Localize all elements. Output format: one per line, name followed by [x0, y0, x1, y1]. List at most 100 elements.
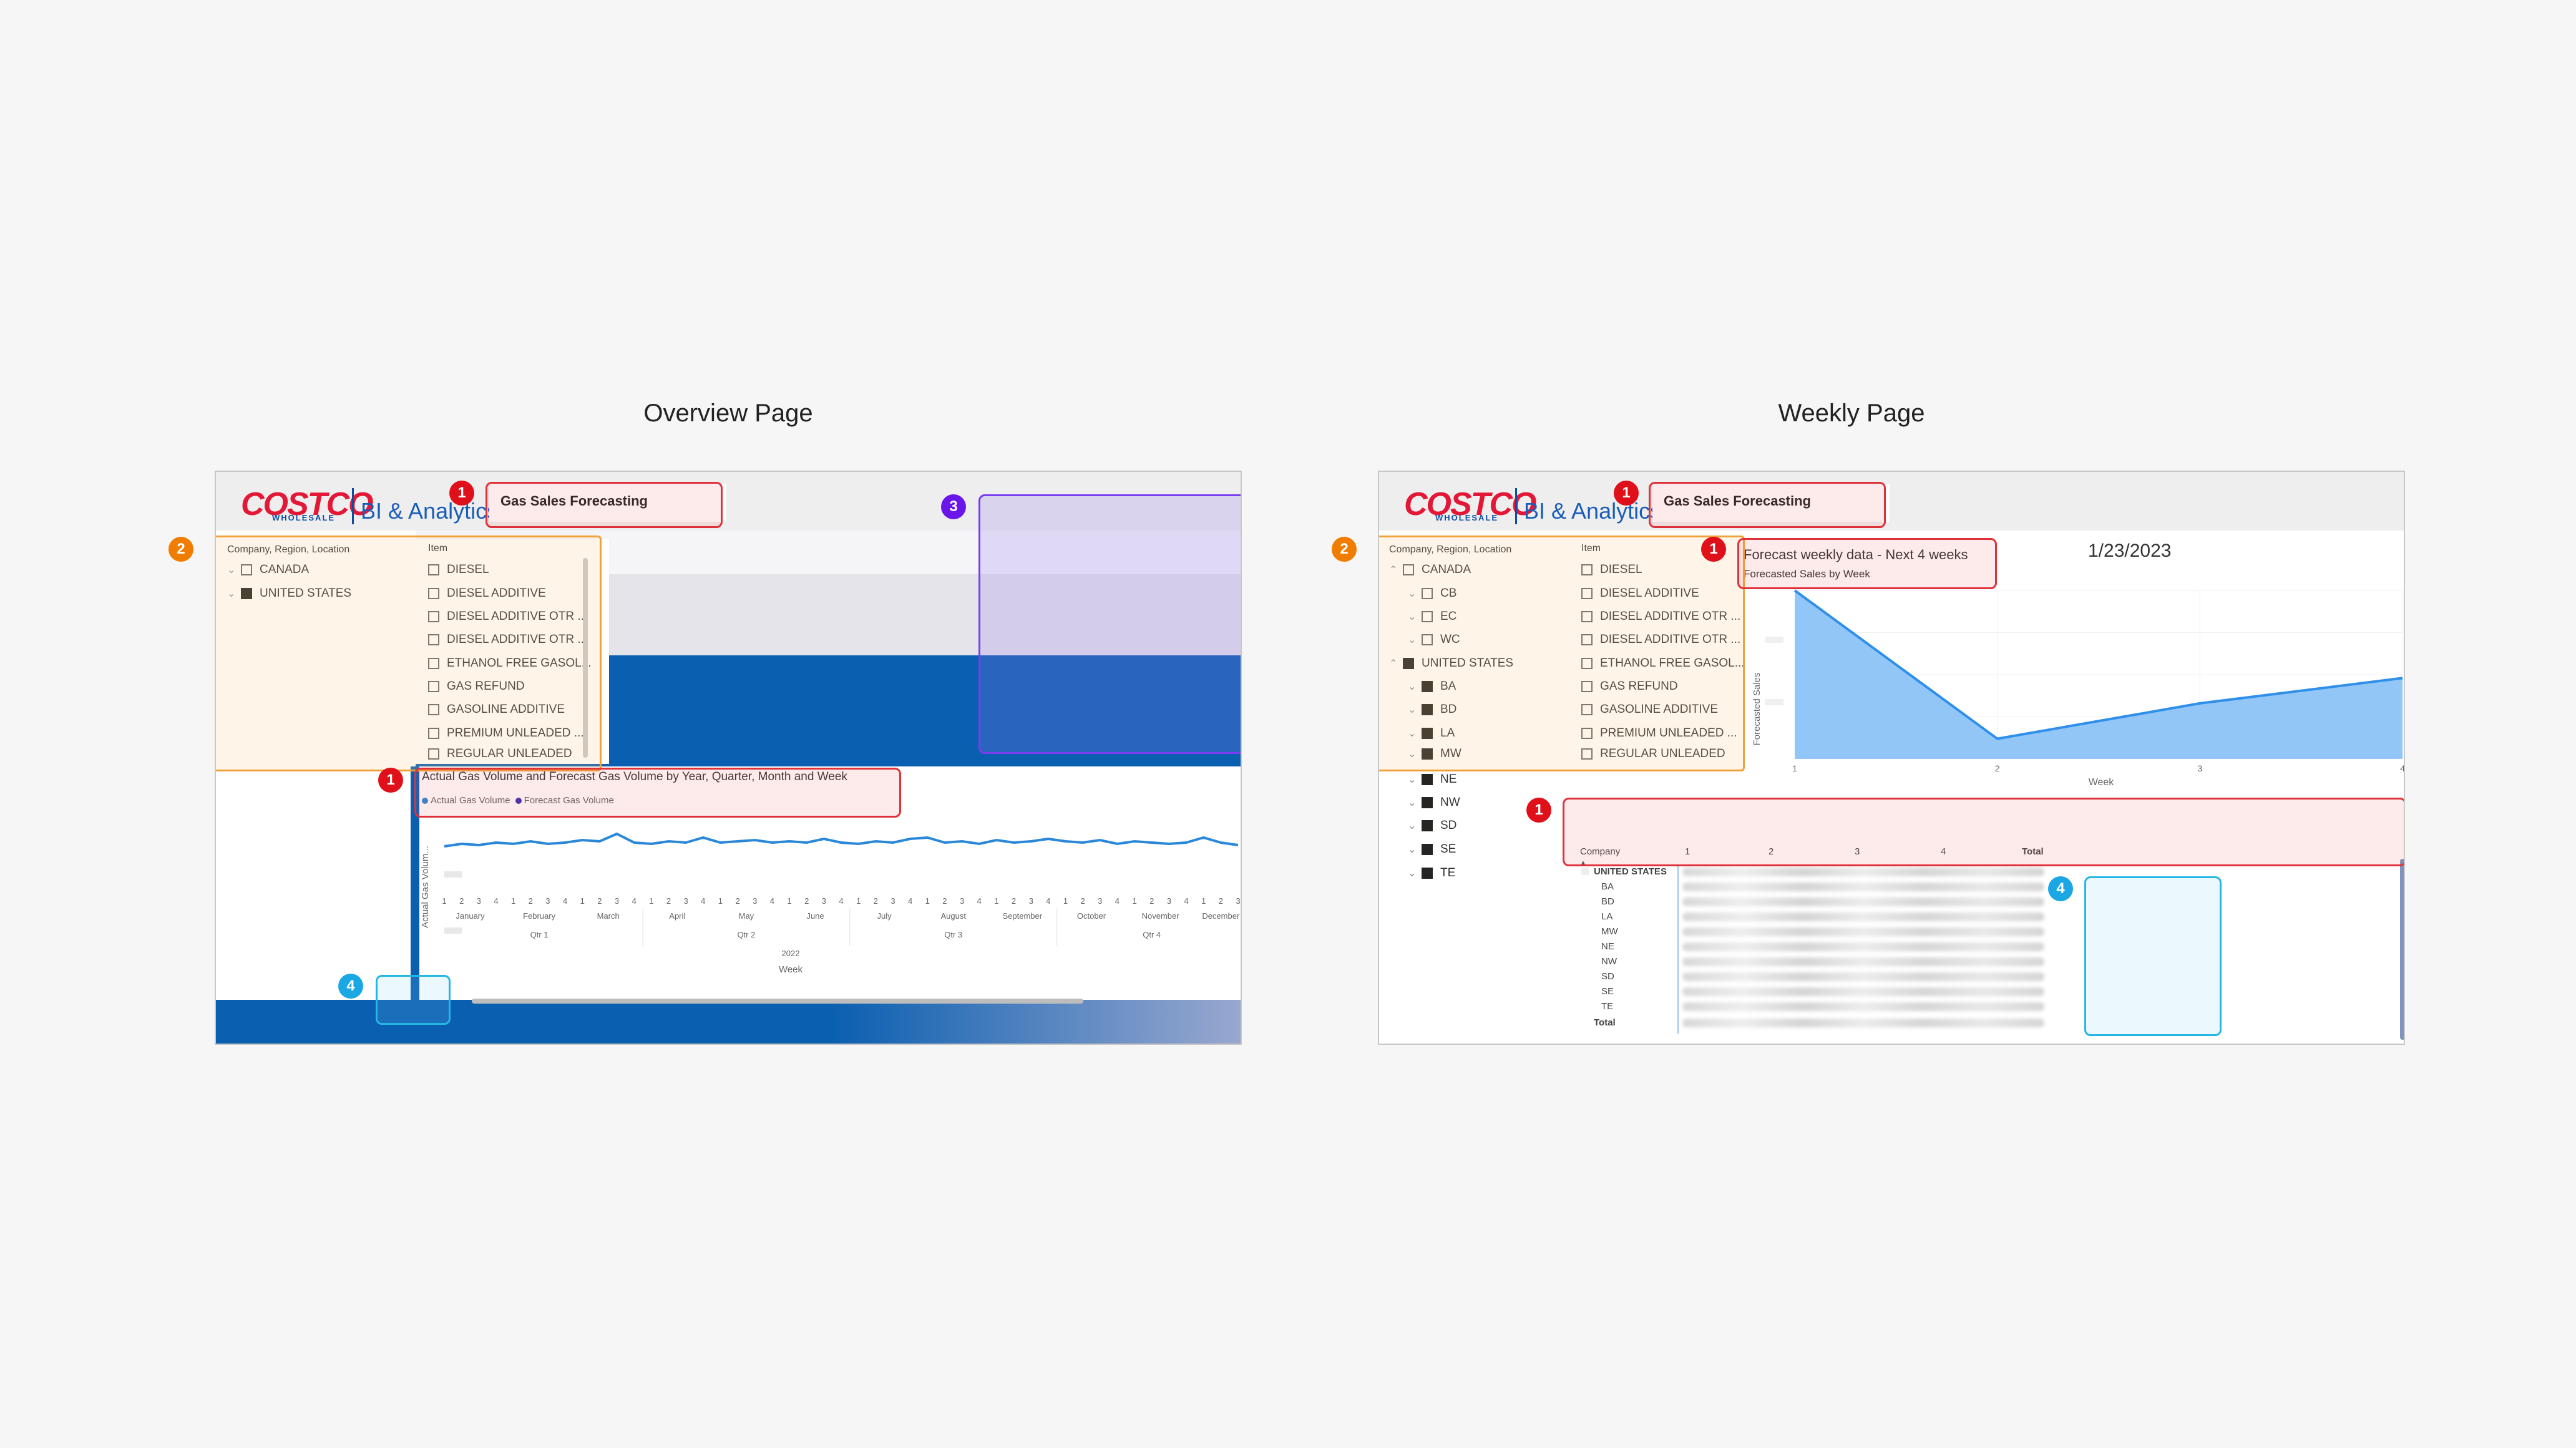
checkbox-checked-icon[interactable]	[1422, 844, 1433, 855]
y-tick-placeholder	[1765, 637, 1783, 643]
slicer-company-nw[interactable]: ⌄ NW	[1408, 793, 1460, 812]
chart-horizontal-scrollbar[interactable]	[472, 999, 1083, 1004]
month-label: October	[1077, 911, 1106, 921]
table-scrollbar[interactable]	[2400, 859, 2404, 1040]
slicer-company-te[interactable]: ⌄ TE	[1408, 864, 1455, 883]
badge-1: 1	[1614, 481, 1639, 506]
slicer-company-ne[interactable]: ⌄ NE	[1408, 770, 1456, 789]
expand-icon[interactable]	[1581, 868, 1589, 875]
x-tick-label: 1	[925, 896, 930, 906]
table-row-label: LA	[1601, 911, 1613, 922]
x-tick-label: 1	[1063, 896, 1068, 906]
badge-3: 3	[941, 494, 966, 519]
weekly-page-heading: Weekly Page	[1778, 399, 1925, 427]
badge-1: 1	[1701, 537, 1726, 562]
x-tick-label: 3	[822, 896, 826, 906]
badge-4: 4	[338, 974, 363, 999]
x-tick-label: 4	[770, 896, 774, 906]
badge-2: 2	[168, 537, 193, 562]
annotation-slicers-highlight	[1379, 536, 1745, 771]
report-date: 1/23/2023	[2088, 541, 2172, 561]
actual-gas-volume-line[interactable]	[444, 832, 1239, 848]
quarter-label: Qtr 4	[1143, 930, 1161, 939]
month-label: March	[597, 911, 620, 921]
month-label: January	[456, 911, 485, 921]
slicer-company-sd[interactable]: ⌄ SD	[1408, 816, 1456, 835]
annotation-slicers-highlight	[216, 536, 602, 771]
logo-separator	[352, 488, 354, 524]
x-tick-label: 3	[753, 896, 757, 906]
x-axis-label: Week	[779, 964, 803, 975]
month-label: November	[1142, 911, 1180, 921]
quarter-label: Qtr 2	[737, 930, 755, 939]
bi-analytics-logo-text: BI & Analytics	[361, 498, 499, 524]
x-tick-label: 4	[632, 896, 637, 906]
x-tick-label: 3	[1236, 896, 1240, 906]
chevron-down-icon[interactable]: ⌄	[1408, 796, 1422, 809]
blurred-row	[1682, 972, 2044, 981]
x-tick-label: 4	[977, 896, 982, 906]
x-tick-label: 4	[701, 896, 705, 906]
x-tick-label: 1	[718, 896, 723, 906]
forecast-x-tick-label: 1	[1792, 763, 1797, 773]
chevron-down-icon[interactable]: ⌄	[1408, 773, 1422, 786]
overview-report-frame: COSTCO WHOLESALE BI & Analytics Gas Sale…	[215, 471, 1242, 1045]
x-tick-label: 4	[839, 896, 843, 906]
year-label: 2022	[782, 949, 800, 958]
table-group-row-label[interactable]: UNITED STATES	[1594, 866, 1667, 877]
x-tick-label: 2	[1149, 896, 1154, 906]
x-tick-label: 1	[1201, 896, 1206, 906]
x-tick-label: 4	[563, 896, 567, 906]
blurred-row	[1682, 957, 2044, 966]
table-row-label: NW	[1601, 956, 1617, 967]
month-label: July	[877, 911, 892, 921]
x-tick-label: 1	[856, 896, 861, 906]
x-tick-label: 2	[874, 896, 878, 906]
checkbox-checked-icon[interactable]	[1422, 774, 1433, 785]
table-row-label: TE	[1601, 1001, 1614, 1012]
x-tick-label: 3	[1167, 896, 1171, 906]
forecast-area-chart-svg: Forecasted Sales 1 2 3 4 Week	[1752, 589, 2405, 788]
wholesale-logo-text: WHOLESALE	[272, 513, 336, 522]
x-tick-label: 1	[649, 896, 653, 906]
quarter-label: Qtr 3	[944, 930, 962, 939]
x-tick-label: 4	[1115, 896, 1120, 906]
annotation-card-highlight	[978, 494, 1241, 754]
annotation-chart-heading-highlight	[1737, 538, 1997, 589]
x-tick-label: 2	[459, 896, 464, 906]
table-row-label: SE	[1601, 986, 1614, 997]
badge-1: 1	[378, 768, 403, 793]
forecast-x-tick-label: 4	[2400, 763, 2405, 773]
y-tick-placeholder	[444, 927, 462, 934]
checkbox-checked-icon[interactable]	[1422, 820, 1433, 831]
chevron-down-icon[interactable]: ⌄	[1408, 843, 1422, 856]
badge-1: 1	[449, 481, 474, 506]
line-chart-svg: Actual Gas Volum... 1 2 3 4 1 2 3 4 1 2 3 4 1 2 3 4 1 2 3 4…	[420, 832, 1241, 975]
annotation-title-highlight	[1649, 482, 1886, 528]
x-tick-label: 2	[1080, 896, 1085, 906]
table-column-divider	[1677, 865, 1679, 1034]
footer-gradient-band	[216, 1000, 1241, 1044]
x-tick-label: 4	[1046, 896, 1050, 906]
annotation-table-header-highlight	[1563, 798, 2404, 866]
y-axis-label: Actual Gas Volum...	[420, 846, 431, 928]
chevron-down-icon[interactable]: ⌄	[1408, 867, 1422, 879]
checkbox-checked-icon[interactable]	[1422, 868, 1433, 879]
blurred-row	[1682, 898, 2044, 906]
x-tick-label: 2	[529, 896, 533, 906]
month-label: September	[1003, 911, 1043, 921]
annotation-total-column-highlight	[2084, 876, 2222, 1036]
month-label: April	[669, 911, 685, 921]
x-tick-label: 1	[511, 896, 515, 906]
x-tick-label: 3	[960, 896, 964, 906]
table-row-label: NE	[1601, 941, 1614, 952]
y-tick-placeholder	[444, 871, 462, 878]
x-tick-label: 4	[908, 896, 912, 906]
checkbox-checked-icon[interactable]	[1422, 797, 1433, 808]
blurred-row	[1682, 1019, 2044, 1027]
slicer-company-se[interactable]: ⌄ SE	[1408, 840, 1456, 859]
chevron-down-icon[interactable]: ⌄	[1408, 819, 1422, 832]
table-row-label: SD	[1601, 971, 1614, 982]
table-total-row-label: Total	[1594, 1017, 1616, 1028]
x-tick-label: 1	[580, 896, 585, 906]
